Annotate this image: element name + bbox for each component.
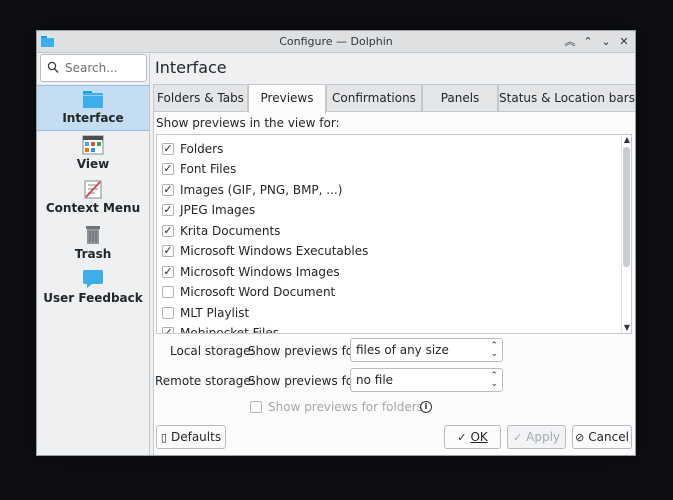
checkbox[interactable]: ✓ <box>162 225 174 237</box>
sidebar-item-label: View <box>76 157 110 171</box>
sidebar-item-label: User Feedback <box>43 291 143 305</box>
list-item[interactable]: ✓ JPEG Images <box>157 200 621 220</box>
sidebar-item-label: Context Menu <box>45 201 141 215</box>
minimize-button[interactable]: ⌄ <box>599 34 613 49</box>
list-scrollbar[interactable]: ▲ ▼ <box>621 135 631 333</box>
list-item-label: Microsoft Windows Images <box>180 265 340 279</box>
sidebar-item-label: Trash <box>74 247 112 261</box>
sidebar-item-view[interactable]: View <box>37 135 149 175</box>
scroll-thumb[interactable] <box>623 147 630 267</box>
list-item[interactable]: ✓ Microsoft Windows Executables <box>157 241 621 261</box>
tab-previews[interactable]: Previews <box>248 84 326 113</box>
local-storage-select[interactable]: files of any size ⌃ ⌄ <box>350 338 503 362</box>
window-title: Configure — Dolphin <box>279 35 393 48</box>
list-item[interactable]: ✓ Font Files <box>157 159 621 179</box>
list-item[interactable]: ✓ Images (GIF, PNG, BMP, ...) <box>157 180 621 200</box>
sidebar-item-label: Interface <box>62 111 124 125</box>
tab-status-location-bars[interactable]: Status & Location bars <box>498 84 635 112</box>
settings-content: Interface Folders & Tabs Previews Confir… <box>151 53 635 455</box>
checkbox[interactable] <box>162 286 174 298</box>
checkbox[interactable]: ✓ <box>162 184 174 196</box>
page-title: Interface <box>155 58 227 77</box>
context-menu-icon <box>84 180 102 199</box>
list-item[interactable]: Microsoft Word Document <box>157 282 621 302</box>
checkbox[interactable]: ✓ <box>162 143 174 155</box>
checkbox[interactable]: ✓ <box>162 327 174 333</box>
previews-panel: Show previews in the view for: ✓ Folders… <box>153 111 635 455</box>
folder-icon <box>83 91 103 108</box>
preview-plugins-list: ✓ Folders ✓ Font Files ✓ Images (GIF, PN… <box>156 134 632 334</box>
remote-storage-value: no file <box>356 373 394 387</box>
show-folder-previews-label: Show previews for folders <box>268 400 423 414</box>
sidebar-item-trash[interactable]: Trash <box>37 225 149 265</box>
info-icon[interactable]: i <box>420 401 432 413</box>
list-item-label: JPEG Images <box>180 203 256 217</box>
show-folder-previews-checkbox[interactable] <box>250 401 262 413</box>
chevron-updown-icon: ⌃ ⌄ <box>490 371 498 389</box>
list-item-label: MLT Playlist <box>180 306 250 320</box>
list-item-label: Font Files <box>180 162 237 176</box>
document-icon: ▯ <box>160 431 167 444</box>
configure-dialog: Configure — Dolphin ︽ ⌃ ⌄ ✕ Interface <box>36 30 636 456</box>
sidebar-item-context-menu[interactable]: Context Menu <box>37 179 149 221</box>
apply-button[interactable]: ✓ Apply <box>507 425 566 449</box>
list-item[interactable]: ✓ Mobipocket Files <box>157 323 621 334</box>
checkbox[interactable]: ✓ <box>162 204 174 216</box>
titlebar[interactable]: Configure — Dolphin ︽ ⌃ ⌄ ✕ <box>37 31 635 53</box>
feedback-icon <box>83 270 103 288</box>
tab-bar: Folders & Tabs Previews Confirmations Pa… <box>153 84 635 113</box>
checkmark-icon: ✓ <box>457 431 467 444</box>
local-storage-label: Local storage: <box>170 344 255 358</box>
sidebar: Interface View Context Menu <box>37 53 150 455</box>
tab-folders-tabs[interactable]: Folders & Tabs <box>153 84 248 112</box>
checkbox[interactable]: ✓ <box>162 163 174 175</box>
chevron-updown-icon: ⌃ ⌄ <box>490 341 498 359</box>
list-item-label: Images (GIF, PNG, BMP, ...) <box>180 183 343 197</box>
search-input[interactable] <box>65 60 143 76</box>
checkbox[interactable]: ✓ <box>162 266 174 278</box>
previews-section-label: Show previews in the view for: <box>156 116 340 130</box>
checkbox[interactable] <box>162 307 174 319</box>
checkmark-icon: ✓ <box>512 431 523 444</box>
list-item[interactable]: ✓ Microsoft Windows Images <box>157 262 621 282</box>
ok-button[interactable]: ✓ OK <box>444 425 501 449</box>
tab-panels[interactable]: Panels <box>422 84 498 112</box>
list-item-label: Microsoft Windows Executables <box>180 244 369 258</box>
sidebar-item-user-feedback[interactable]: User Feedback <box>37 269 149 311</box>
cancel-icon: ⊘ <box>575 431 585 444</box>
remote-storage-label: Remote storage: <box>155 374 255 388</box>
list-item-label: Folders <box>180 142 224 156</box>
remote-storage-sublabel: Show previews for <box>248 374 359 388</box>
trash-icon <box>86 226 100 244</box>
scroll-up-icon[interactable]: ▲ <box>622 135 631 145</box>
local-storage-value: files of any size <box>356 343 449 357</box>
defaults-button[interactable]: ▯ Defaults <box>156 425 226 449</box>
scroll-down-icon[interactable]: ▼ <box>622 323 631 333</box>
list-item-label: Krita Documents <box>180 224 281 238</box>
list-item[interactable]: MLT Playlist <box>157 303 621 323</box>
local-storage-sublabel: Show previews for <box>248 344 359 358</box>
sidebar-item-interface[interactable]: Interface <box>37 85 149 131</box>
tab-confirmations[interactable]: Confirmations <box>326 84 422 112</box>
list-item[interactable]: ✓ Folders <box>157 139 621 159</box>
shade-button[interactable]: ⌃ <box>581 34 595 49</box>
list-item-label: Microsoft Word Document <box>180 285 336 299</box>
checkbox[interactable]: ✓ <box>162 245 174 257</box>
cancel-button[interactable]: ⊘ Cancel <box>572 425 632 449</box>
remote-storage-select[interactable]: no file ⌃ ⌄ <box>350 368 503 392</box>
view-grid-icon <box>82 135 104 155</box>
search-box[interactable] <box>40 54 147 82</box>
keep-above-button[interactable]: ︽ <box>563 34 577 49</box>
list-item[interactable]: ✓ Krita Documents <box>157 221 621 241</box>
list-item-label: Mobipocket Files <box>180 326 279 334</box>
search-icon <box>47 61 59 73</box>
close-button[interactable]: ✕ <box>617 34 631 49</box>
